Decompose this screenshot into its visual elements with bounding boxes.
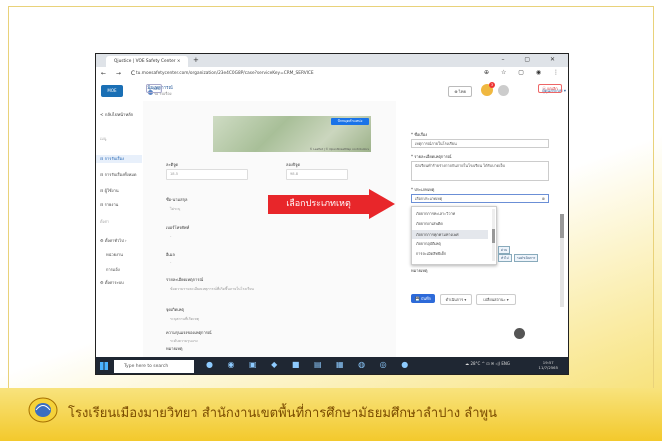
- sidebar-section-label: เมนู: [100, 136, 107, 141]
- clock-date: 11/7/2565: [538, 365, 558, 370]
- page-scrollbar-thumb[interactable]: [560, 214, 564, 238]
- windows-start-icon[interactable]: [100, 362, 108, 370]
- field-label: รายละเอียดเหตุการณ์: [166, 277, 204, 282]
- annotation-callout: เลือกประเภทเหตุ: [268, 195, 369, 214]
- browser-tab-bar: Qjustice | VOE Safety Center × + – ▢ ✕: [96, 54, 568, 67]
- annotation-arrow-icon: [369, 189, 395, 219]
- sidebar-item-notify[interactable]: การแจ้ง: [106, 266, 120, 273]
- map-attribution: © Leaflet | © OpenStreetMap contributors: [309, 147, 369, 151]
- email-value: -: [170, 260, 172, 264]
- dropdown-option[interactable]: การละเมิดสิทธิเด็ก: [416, 251, 446, 257]
- sidebar-item-units[interactable]: หน่วยงาน: [106, 251, 123, 258]
- dropdown-scrollbar-thumb[interactable]: [492, 229, 495, 243]
- field-label: ลองจิจูด: [286, 162, 301, 167]
- app-header: MOE เพิ่มเหตุการณ์ รอ รับเรื่อง ⊕ ไทย 3 …: [96, 81, 568, 102]
- user-avatar[interactable]: [498, 85, 509, 96]
- severity-value: ระดับความรุนแรง: [170, 339, 198, 343]
- pin-location-button[interactable]: ปักหมุดตำแหน่ง: [331, 118, 369, 125]
- nav-buttons[interactable]: ← → C: [101, 70, 139, 77]
- clear-icon[interactable]: ⊗: [542, 196, 545, 201]
- system-tray[interactable]: ☁ 28°C ^ ⊡ ✉ ◁) ENG: [465, 361, 510, 366]
- detail-label: * รายละเอียดเหตุการณ์: [411, 154, 452, 159]
- field-label: ความรุนแรงของเหตุการณ์: [166, 330, 212, 335]
- location-value: ระบุสถานที่เกิดเหตุ: [170, 317, 200, 321]
- dropdown-option[interactable]: ภัยจากยาเสพติด: [416, 221, 443, 227]
- field-label: จุดเกิดเหตุ: [166, 307, 184, 312]
- sidebar-item-all-cases[interactable]: ⊟ การรับเรื่องทั้งหมด: [100, 171, 136, 178]
- sidebar-item-users[interactable]: ⊟ ผู้ใช้งาน: [100, 187, 119, 194]
- sidebar-back-link[interactable]: < กลับไปหน้าหลัก: [100, 111, 133, 118]
- longitude-field[interactable]: 98.8: [286, 169, 348, 180]
- chat-bubble-icon[interactable]: [514, 328, 525, 339]
- taskbar-search-input[interactable]: Type here to search: [114, 360, 194, 373]
- type-dropdown-menu: ภัยจากการทะเลาะวิวาท ภัยจากยาเสพติด ภัยจ…: [411, 206, 497, 265]
- title-input[interactable]: เหตุการณ์ภายในโรงเรียน: [411, 139, 549, 148]
- status-button[interactable]: เปลี่ยนสถานะ ▾: [476, 294, 516, 305]
- new-tab-icon[interactable]: +: [193, 56, 199, 65]
- tag-chip[interactable]: ด่วน: [498, 246, 511, 254]
- footer-text: โรงเรียนเมืองมายวิทยา สำนักงานเขตพื้นที่…: [68, 406, 497, 421]
- location-map[interactable]: ปักหมุดตำแหน่ง © Leaflet | © OpenStreetM…: [213, 116, 371, 152]
- type-select[interactable]: เลือกประเภทเหตุ ⊗: [411, 194, 549, 203]
- dropdown-option[interactable]: ภัยจากอุบัติเหตุ: [416, 241, 441, 247]
- back-button[interactable]: < กลับ: [146, 84, 162, 93]
- phone-value: -: [170, 234, 172, 238]
- notification-badge: 3: [489, 82, 495, 88]
- sidebar-item-system[interactable]: ⚙ ตั้งค่าระบบ: [100, 279, 124, 286]
- browser-toolbar-icons[interactable]: ⊕ ☆ ▢ ◉ ⋮: [484, 69, 564, 76]
- latitude-field[interactable]: 18.5: [166, 169, 248, 180]
- sidebar-item-cases[interactable]: ⊟ การรับเรื่อง: [96, 155, 142, 163]
- school-seal-icon: [27, 396, 59, 424]
- field-label: ละติจูด: [166, 162, 179, 167]
- window-controls[interactable]: – ▢ ✕: [501, 56, 564, 63]
- sidebar-item-reports[interactable]: ⊟ รายงาน: [100, 201, 118, 208]
- name-value: ไม่ระบุ: [170, 207, 181, 211]
- dropdown-option-selected[interactable]: ภัยจากการคุกคามทางเพศ: [412, 230, 488, 239]
- type-select-placeholder: เลือกประเภทเหตุ: [415, 196, 443, 201]
- description-value: ข้อความรายละเอียดเหตุการณ์ที่เกิดขึ้นภาย…: [170, 287, 254, 291]
- taskbar-app-icons[interactable]: ● ◉ ▣ ◆ ■ ▤ ▦ ◍ ◎ ●: [206, 360, 414, 369]
- taskbar-clock[interactable]: 19:57 11/7/2565: [539, 360, 558, 370]
- dropdown-option[interactable]: ภัยจากการทะเลาะวิวาท: [416, 211, 455, 217]
- save-button[interactable]: 💾 บันทึก: [411, 294, 435, 303]
- presentation-slide: โรงเรียนเมืองมายวิทยา สำนักงานเขตพื้นที่…: [0, 0, 662, 441]
- language-button[interactable]: ⊕ ไทย: [448, 86, 472, 97]
- title-label: * ชื่อเรื่อง: [411, 132, 428, 137]
- sidebar-item-settings[interactable]: ⚙ ตั้งค่าทั่วไป ›: [100, 237, 127, 244]
- field-label: อีเมล: [166, 252, 175, 257]
- cancel-button[interactable]: ⓧ ยกเลิก: [538, 84, 562, 93]
- field-label: ชื่อ-นามสกุล: [166, 197, 188, 202]
- sidebar: < กลับไปหน้าหลัก เมนู ⊟ การรับเรื่อง ⊟ ก…: [96, 101, 144, 357]
- field-label: เบอร์โทรศัพท์: [166, 225, 190, 230]
- windows-taskbar: Type here to search ● ◉ ▣ ◆ ■ ▤ ▦ ◍ ◎ ● …: [96, 357, 568, 374]
- tag-chip[interactable]: ทั่วไป: [498, 254, 512, 262]
- action-button[interactable]: ดำเนินการ ▾: [440, 294, 472, 305]
- field-label: หมายเหตุ: [166, 346, 183, 351]
- address-bar: ← → C tu.moesafetycenter.com/organizatio…: [96, 67, 568, 82]
- app-logo[interactable]: MOE: [101, 85, 123, 97]
- tag-chip[interactable]: รอดำเนินการ: [514, 254, 539, 262]
- browser-tab[interactable]: Qjustice | VOE Safety Center ×: [106, 56, 188, 67]
- screenshot-window: Qjustice | VOE Safety Center × + – ▢ ✕ ←…: [95, 53, 569, 375]
- type-label: * ประเภทเหตุ: [411, 187, 435, 192]
- sidebar-section-label: ตั้งค่า: [100, 219, 109, 224]
- note-label: หมายเหตุ: [411, 268, 428, 273]
- url-field[interactable]: tu.moesafetycenter.com/organization/23e4…: [136, 69, 436, 78]
- tab-title: Qjustice | VOE Safety Center ×: [114, 59, 181, 64]
- detail-textarea[interactable]: นักเรียนทำร้ายร่างกายกันภายในโรงเรียน ได…: [411, 161, 549, 181]
